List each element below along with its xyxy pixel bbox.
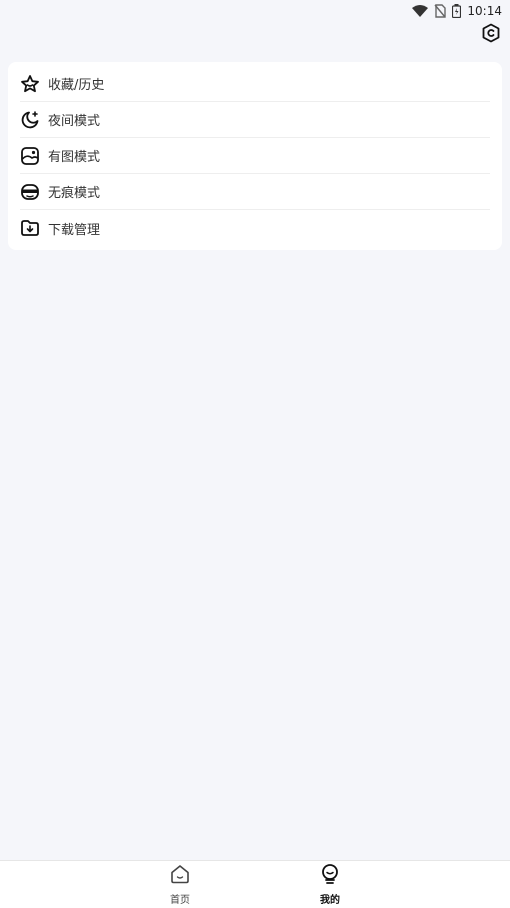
menu-card: 收藏/历史 夜间模式 有图模式 无痕模式 下载管理	[8, 62, 502, 250]
settings-hex-icon	[481, 23, 501, 47]
nav-label-home: 首页	[170, 895, 190, 906]
night-mode-icon	[20, 110, 40, 130]
favorite-history-icon	[20, 74, 40, 94]
battery-icon	[452, 4, 462, 18]
nav-item-profile[interactable]: 我的	[310, 863, 350, 906]
menu-item-image-mode[interactable]: 有图模式	[20, 138, 490, 174]
image-mode-icon	[20, 146, 40, 166]
incognito-mode-icon	[20, 182, 40, 202]
status-time: 10:14	[467, 4, 502, 18]
menu-item-favorites-history[interactable]: 收藏/历史	[20, 66, 490, 102]
settings-button[interactable]	[480, 23, 502, 47]
menu-item-label: 下载管理	[48, 222, 101, 238]
status-bar: 10:14	[0, 0, 510, 22]
bottom-nav: 首页 我的	[0, 860, 510, 908]
download-manager-icon	[20, 218, 40, 238]
home-icon	[169, 863, 191, 889]
wifi-icon	[412, 5, 429, 17]
menu-item-label: 有图模式	[48, 150, 101, 165]
menu-item-label: 夜间模式	[48, 114, 101, 129]
menu-item-label: 无痕模式	[48, 186, 101, 201]
nav-item-home[interactable]: 首页	[160, 863, 200, 906]
menu-item-night-mode[interactable]: 夜间模式	[20, 102, 490, 138]
menu-item-download-manager[interactable]: 下载管理	[20, 210, 490, 246]
profile-icon	[319, 863, 341, 889]
menu-item-incognito-mode[interactable]: 无痕模式	[20, 174, 490, 210]
no-sim-icon	[434, 4, 447, 18]
menu-item-label: 收藏/历史	[48, 78, 105, 93]
nav-label-profile: 我的	[320, 895, 340, 906]
